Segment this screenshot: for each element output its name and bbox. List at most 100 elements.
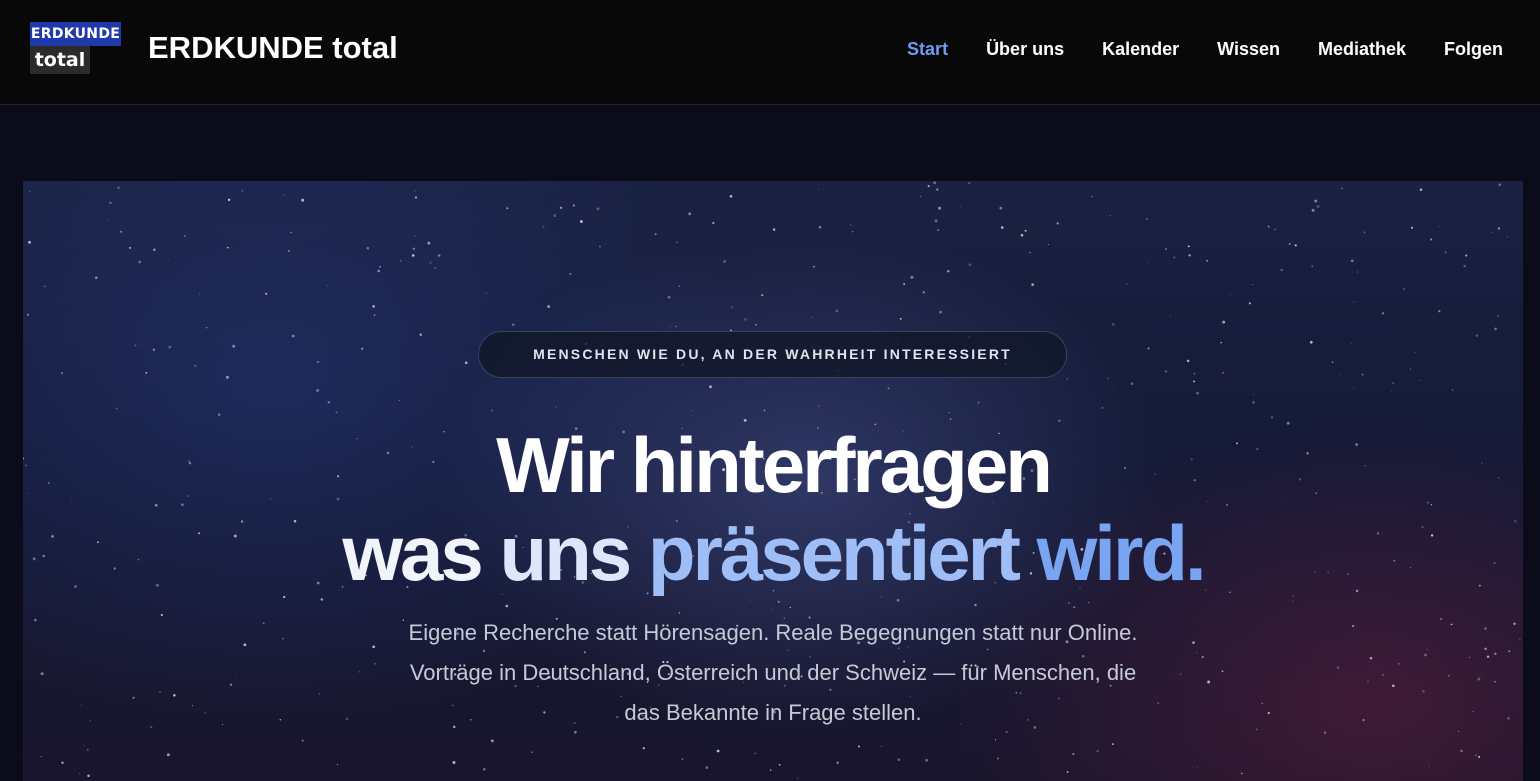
star [974, 604, 977, 606]
star [132, 696, 135, 699]
star [797, 777, 799, 780]
nav-item-ueber-uns[interactable]: Über uns [986, 39, 1064, 60]
star [572, 204, 575, 207]
star [676, 241, 678, 244]
star [817, 405, 820, 407]
star [681, 758, 684, 761]
star [937, 229, 940, 232]
star [1165, 248, 1167, 250]
star [968, 182, 971, 185]
star [1513, 622, 1516, 626]
star [1193, 380, 1196, 383]
star [361, 347, 364, 350]
star [1361, 373, 1364, 376]
star [1323, 731, 1327, 734]
star [1490, 231, 1492, 233]
star [160, 613, 163, 617]
nav-item-kalender[interactable]: Kalender [1102, 39, 1179, 60]
star [1253, 289, 1255, 291]
hero-headline: Wir hinterfragen was uns präsentiert wir… [23, 421, 1523, 597]
star [412, 247, 416, 250]
star [320, 598, 324, 601]
star [1450, 623, 1453, 626]
star [1463, 264, 1466, 268]
star [709, 385, 712, 389]
star [1468, 656, 1471, 658]
star [542, 225, 545, 228]
hero-subtitle: Eigene Recherche statt Hörensagen. Reale… [273, 613, 1273, 733]
star [1457, 730, 1460, 732]
star [429, 261, 432, 265]
star [145, 372, 148, 374]
star [1419, 188, 1423, 191]
star [109, 201, 112, 205]
star [120, 230, 123, 233]
star [1451, 389, 1454, 391]
star [813, 265, 815, 268]
star [1274, 228, 1276, 231]
star [553, 214, 557, 218]
star [1147, 261, 1149, 263]
star [1422, 690, 1425, 693]
star [763, 409, 766, 412]
star [531, 751, 533, 753]
star [1367, 680, 1369, 683]
star [1484, 627, 1487, 630]
star [204, 711, 207, 714]
nav-item-folgen[interactable]: Folgen [1444, 39, 1503, 60]
star [1414, 351, 1416, 354]
star [1066, 770, 1069, 773]
star [1391, 684, 1395, 688]
star [1350, 259, 1354, 263]
star [675, 325, 677, 328]
star [778, 763, 781, 766]
nav-item-wissen[interactable]: Wissen [1217, 39, 1280, 60]
star [857, 745, 860, 748]
star [1047, 243, 1050, 246]
star [194, 364, 197, 368]
star [221, 724, 224, 726]
headline-line-1: Wir hinterfragen [496, 421, 1053, 509]
star [1352, 625, 1355, 627]
star [730, 306, 733, 309]
logo-top-text: ERDKUNDE [30, 22, 121, 46]
star [1091, 195, 1093, 198]
star [398, 399, 400, 402]
star [241, 189, 244, 192]
star [205, 327, 208, 329]
star [1519, 638, 1521, 640]
site-logo[interactable]: ERDKUNDE total [30, 22, 121, 74]
star [1267, 225, 1270, 228]
star [372, 305, 375, 308]
star [939, 310, 942, 314]
star [1073, 606, 1076, 609]
star [411, 254, 415, 257]
nav-item-start[interactable]: Start [907, 39, 948, 60]
star [925, 758, 929, 762]
star [896, 598, 900, 602]
star [377, 269, 380, 273]
star [1353, 387, 1355, 389]
nav-item-mediathek[interactable]: Mediathek [1318, 39, 1406, 60]
star [1474, 754, 1477, 757]
star [1494, 327, 1497, 331]
star [851, 230, 854, 233]
star [1309, 340, 1313, 344]
star [1252, 284, 1254, 286]
star [138, 260, 142, 264]
star [265, 292, 268, 295]
star [226, 246, 229, 249]
star [1316, 205, 1320, 208]
star [1440, 618, 1442, 620]
star [232, 344, 236, 348]
star [1382, 673, 1384, 676]
star [938, 206, 942, 210]
star [1493, 680, 1496, 683]
star [225, 375, 229, 379]
star [1419, 379, 1421, 381]
star [316, 360, 320, 364]
star [291, 334, 295, 338]
site-title[interactable]: ERDKUNDE total [148, 28, 398, 68]
star [729, 194, 733, 198]
star [366, 246, 370, 250]
